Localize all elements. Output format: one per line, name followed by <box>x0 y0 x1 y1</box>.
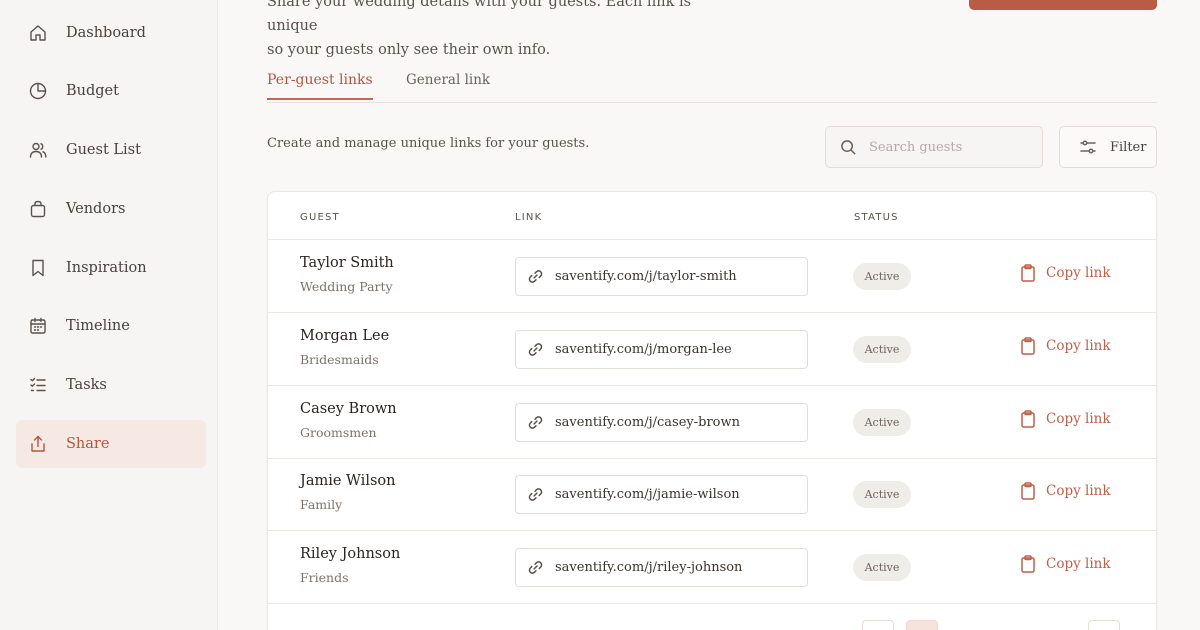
tab-bar: Per-guest links General link <box>267 64 1157 103</box>
page-description: Share your wedding details with your gue… <box>267 0 697 62</box>
main-content: Share your wedding details with your gue… <box>219 0 1200 630</box>
guest-link-field[interactable]: saventify.com/j/taylor-smith <box>515 257 808 296</box>
sidebar-item-label: Share <box>66 436 110 452</box>
status-badge: Active <box>853 481 911 508</box>
users-icon <box>28 140 48 160</box>
checklist-icon <box>28 375 48 395</box>
guest-link-field[interactable]: saventify.com/j/morgan-lee <box>515 330 808 369</box>
guest-link-url: saventify.com/j/casey-brown <box>555 415 740 430</box>
home-icon <box>28 23 48 43</box>
clipboard-icon <box>1021 482 1035 500</box>
shopping-bag-icon <box>28 199 48 219</box>
table-header: GUEST LINK STATUS <box>268 192 1156 240</box>
filter-button[interactable]: Filter <box>1059 126 1157 168</box>
search-icon <box>841 139 856 155</box>
copy-link-button[interactable]: Copy link <box>1020 264 1111 282</box>
clipboard-icon <box>1021 264 1035 282</box>
sidebar-item-share[interactable]: Share <box>16 420 206 468</box>
guest-link-url: saventify.com/j/taylor-smith <box>555 269 737 284</box>
guest-name: Taylor Smith <box>300 255 394 271</box>
copy-link-label: Copy link <box>1046 338 1111 354</box>
link-icon <box>528 343 543 356</box>
copy-link-label: Copy link <box>1046 556 1111 572</box>
sidebar: Dashboard Budget Guest List Vendors Insp… <box>0 0 218 630</box>
guest-links-table: GUEST LINK STATUS Taylor Smith Wedding P… <box>267 191 1157 630</box>
pie-chart-icon <box>28 81 48 101</box>
sidebar-item-label: Vendors <box>66 201 126 217</box>
guest-group: Groomsmen <box>300 425 377 440</box>
tab-per-guest-links[interactable]: Per-guest links <box>267 72 373 100</box>
pagination-page-button[interactable] <box>906 620 938 630</box>
sidebar-item-inspiration[interactable]: Inspiration <box>16 244 206 292</box>
guest-name: Riley Johnson <box>300 546 401 562</box>
guest-link-url: saventify.com/j/riley-johnson <box>555 560 743 575</box>
sidebar-item-vendors[interactable]: Vendors <box>16 185 206 233</box>
column-header-guest: GUEST <box>300 212 340 223</box>
search-field[interactable] <box>825 126 1043 168</box>
column-header-status: STATUS <box>854 212 899 223</box>
table-row: Morgan Lee Bridesmaids saventify.com/j/m… <box>268 313 1156 386</box>
guest-name: Morgan Lee <box>300 328 390 344</box>
search-input[interactable] <box>869 139 1029 155</box>
copy-link-button[interactable]: Copy link <box>1020 555 1111 573</box>
copy-link-label: Copy link <box>1046 411 1111 427</box>
sidebar-item-label: Timeline <box>66 318 130 334</box>
status-badge: Active <box>853 263 911 290</box>
link-icon <box>528 270 543 283</box>
sliders-icon <box>1080 140 1096 154</box>
guest-group: Family <box>300 497 343 512</box>
clipboard-icon <box>1021 410 1035 428</box>
sidebar-item-label: Tasks <box>66 377 107 393</box>
guest-group: Bridesmaids <box>300 352 379 367</box>
guest-link-field[interactable]: saventify.com/j/casey-brown <box>515 403 808 442</box>
table-row: Taylor Smith Wedding Party saventify.com… <box>268 240 1156 313</box>
guest-name: Casey Brown <box>300 401 397 417</box>
sidebar-item-budget[interactable]: Budget <box>16 67 206 115</box>
sidebar-item-label: Inspiration <box>66 260 147 276</box>
sidebar-item-label: Guest List <box>66 142 141 158</box>
copy-link-button[interactable]: Copy link <box>1020 337 1111 355</box>
tab-general-link[interactable]: General link <box>406 72 490 100</box>
primary-action-button[interactable] <box>969 0 1157 10</box>
filter-button-label: Filter <box>1110 139 1147 155</box>
pagination-next-button[interactable] <box>1088 620 1120 630</box>
link-icon <box>528 561 543 574</box>
column-header-link: LINK <box>515 212 543 223</box>
guest-link-field[interactable]: saventify.com/j/riley-johnson <box>515 548 808 587</box>
page-description-line: so your guests only see their own info. <box>267 42 551 58</box>
table-row: Jamie Wilson Family saventify.com/j/jami… <box>268 458 1156 531</box>
sidebar-item-label: Budget <box>66 83 119 99</box>
page-description-line: Share your wedding details with your gue… <box>267 0 692 34</box>
link-icon <box>528 416 543 429</box>
pagination-prev-button[interactable] <box>862 620 894 630</box>
status-badge: Active <box>853 409 911 436</box>
link-icon <box>528 488 543 501</box>
calendar-icon <box>28 316 48 336</box>
copy-link-label: Copy link <box>1046 483 1111 499</box>
sidebar-item-dashboard[interactable]: Dashboard <box>16 9 206 57</box>
sidebar-item-guest-list[interactable]: Guest List <box>16 126 206 174</box>
sidebar-item-tasks[interactable]: Tasks <box>16 361 206 409</box>
table-row: Casey Brown Groomsmen saventify.com/j/ca… <box>268 386 1156 459</box>
copy-link-label: Copy link <box>1046 265 1111 281</box>
sidebar-item-label: Dashboard <box>66 25 146 41</box>
guest-group: Wedding Party <box>300 279 393 294</box>
clipboard-icon <box>1021 337 1035 355</box>
section-subtitle: Create and manage unique links for your … <box>267 136 590 151</box>
sidebar-item-timeline[interactable]: Timeline <box>16 302 206 350</box>
share-icon <box>28 434 48 454</box>
bookmark-icon <box>28 258 48 278</box>
guest-link-url: saventify.com/j/morgan-lee <box>555 342 732 357</box>
guest-link-url: saventify.com/j/jamie-wilson <box>555 487 740 502</box>
guest-name: Jamie Wilson <box>300 473 396 489</box>
table-row: Riley Johnson Friends saventify.com/j/ri… <box>268 531 1156 604</box>
guest-link-field[interactable]: saventify.com/j/jamie-wilson <box>515 475 808 514</box>
status-badge: Active <box>853 336 911 363</box>
guest-group: Friends <box>300 570 349 585</box>
copy-link-button[interactable]: Copy link <box>1020 410 1111 428</box>
clipboard-icon <box>1021 555 1035 573</box>
status-badge: Active <box>853 554 911 581</box>
copy-link-button[interactable]: Copy link <box>1020 482 1111 500</box>
